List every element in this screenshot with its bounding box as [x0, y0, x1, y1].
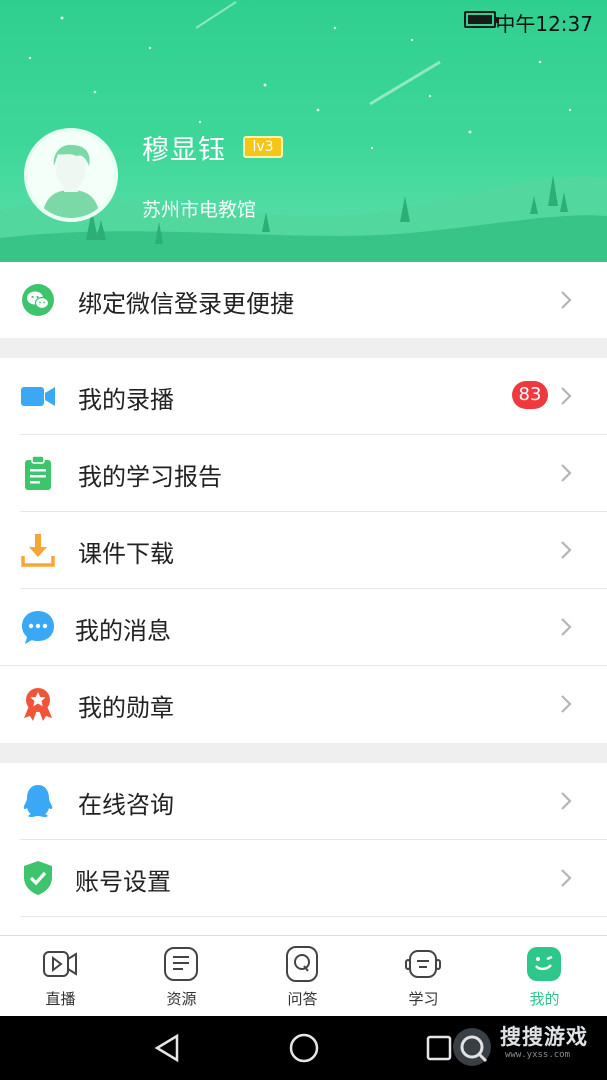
status-time: 中午12:37 — [495, 12, 593, 36]
chevron-right-icon — [561, 695, 572, 713]
tab-resources[interactable]: 资源 — [121, 936, 242, 1017]
bottom-tab-bar: 直播 资源 问答 学习 我的 — [0, 935, 607, 1016]
menu-item-my-medals[interactable]: 我的勋章 — [0, 666, 607, 743]
menu-item-courseware-download[interactable]: 课件下载 — [0, 512, 607, 589]
shield-check-icon — [24, 861, 52, 895]
bind-wechat-label: 绑定微信登录更便捷 — [78, 290, 294, 318]
menu-item-label: 在线咨询 — [78, 791, 174, 819]
menu-item-label: 课件下载 — [78, 540, 174, 568]
default-avatar-icon — [28, 132, 114, 218]
chevron-right-icon — [561, 387, 572, 405]
tab-qa[interactable]: 问答 — [242, 936, 363, 1017]
watermark-url: www.yxss.com — [505, 1050, 571, 1060]
menu-item-label: 账号设置 — [75, 868, 171, 896]
qq-penguin-icon — [23, 785, 53, 817]
smiley-face-icon — [527, 947, 561, 981]
tab-label: 学习 — [408, 990, 439, 1008]
live-video-icon — [43, 951, 77, 977]
chevron-right-icon — [561, 291, 572, 309]
study-robot-icon — [405, 950, 441, 978]
battery-full-icon — [464, 11, 499, 28]
chevron-right-icon — [561, 464, 572, 482]
video-camera-icon — [21, 387, 55, 406]
tab-label: 我的 — [529, 990, 560, 1008]
tab-label: 问答 — [287, 990, 318, 1008]
menu-item-my-recordings[interactable]: 我的录播 83 — [0, 358, 607, 435]
chat-bubble-icon — [22, 611, 54, 644]
chevron-right-icon — [561, 618, 572, 636]
tab-label: 直播 — [45, 990, 76, 1008]
tab-mine[interactable]: 我的 — [484, 936, 605, 1017]
moon-decoration — [487, 90, 505, 126]
chevron-right-icon — [561, 541, 572, 559]
profile-name: 穆显钰 — [142, 135, 226, 166]
avatar[interactable] — [24, 128, 118, 222]
tab-study[interactable]: 学习 — [363, 936, 484, 1017]
watermark-text: 搜搜游戏 — [500, 1025, 588, 1049]
menu-item-label: 我的学习报告 — [78, 463, 222, 491]
menu-item-my-messages[interactable]: 我的消息 — [0, 589, 607, 666]
menu-group-2: 在线咨询 账号设置 — [0, 763, 607, 935]
menu-item-online-consult[interactable]: 在线咨询 — [0, 763, 607, 840]
divider — [20, 916, 607, 917]
menu-item-label: 我的录播 — [78, 386, 174, 414]
wechat-icon — [22, 284, 54, 316]
bind-group: 绑定微信登录更便捷 — [0, 262, 607, 338]
menu-item-label: 我的消息 — [75, 617, 171, 645]
menu-group-1: 我的录播 83 我的学习报告 课件下载 我的消息 我的勋章 — [0, 358, 607, 743]
chevron-right-icon — [561, 869, 572, 887]
menu-item-label: 我的勋章 — [78, 694, 174, 722]
unread-count-badge: 83 — [512, 381, 548, 409]
profile-header: 中午12:37 穆显钰 lv3 苏州市电教馆 — [0, 0, 607, 262]
resource-document-icon — [164, 947, 198, 981]
menu-item-study-report[interactable]: 我的学习报告 — [0, 435, 607, 512]
tab-label: 资源 — [166, 990, 197, 1008]
bind-wechat-row[interactable]: 绑定微信登录更便捷 — [0, 262, 607, 339]
tab-live[interactable]: 直播 — [0, 936, 121, 1017]
menu-item-account-settings[interactable]: 账号设置 — [0, 840, 607, 917]
clipboard-report-icon — [25, 455, 51, 490]
download-icon — [21, 534, 55, 567]
qa-icon — [286, 946, 318, 982]
back-triangle-icon[interactable] — [150, 1030, 186, 1066]
chevron-right-icon — [561, 792, 572, 810]
home-circle-icon[interactable] — [286, 1030, 322, 1066]
status-bar: 中午12:37 — [0, 0, 607, 40]
profile-organization: 苏州市电教馆 — [142, 199, 257, 221]
medal-icon — [24, 688, 52, 721]
level-badge: lv3 — [243, 136, 283, 158]
